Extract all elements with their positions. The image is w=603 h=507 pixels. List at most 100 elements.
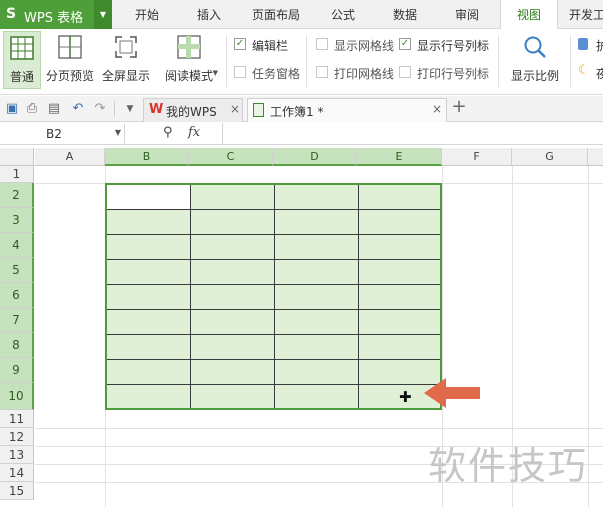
selected-range[interactable] bbox=[105, 183, 442, 410]
reading-mode-label: 阅读模式 bbox=[164, 69, 213, 83]
table-border bbox=[358, 185, 359, 408]
show-headers-label: 显示行号列标 bbox=[417, 39, 490, 53]
eye-protect-label: 护 bbox=[596, 39, 603, 53]
close-icon[interactable]: × bbox=[432, 102, 442, 116]
column-header[interactable]: B bbox=[105, 148, 189, 166]
column-header[interactable]: F bbox=[442, 148, 512, 166]
checkbox-icon bbox=[316, 38, 328, 50]
tab-developer[interactable]: 开发工 bbox=[562, 0, 603, 29]
task-pane-label: 任务窗格 bbox=[252, 67, 301, 81]
ribbon-divider bbox=[306, 35, 307, 87]
row-header[interactable]: 6 bbox=[0, 283, 34, 308]
zoom-button[interactable]: 显示比例 bbox=[506, 31, 564, 89]
reading-mode-icon bbox=[177, 35, 201, 59]
chevron-down-icon[interactable]: ▼ bbox=[122, 101, 138, 117]
ribbon-divider bbox=[570, 35, 571, 87]
sheet-grid[interactable]: A B C D E F G 1 2 3 4 5 6 7 8 9 10 11 12… bbox=[0, 145, 603, 507]
column-header[interactable] bbox=[588, 148, 603, 166]
save-icon[interactable]: ▣ bbox=[4, 101, 20, 117]
select-all-corner[interactable] bbox=[0, 148, 34, 166]
column-header[interactable]: D bbox=[273, 148, 357, 166]
cell-reference: B2 bbox=[46, 127, 62, 141]
normal-view-icon bbox=[10, 36, 34, 60]
row-header[interactable]: 8 bbox=[0, 333, 34, 358]
function-icon[interactable]: fx bbox=[188, 125, 200, 140]
row-header[interactable]: 14 bbox=[0, 464, 34, 482]
table-border bbox=[274, 185, 275, 408]
column-header[interactable]: E bbox=[357, 148, 442, 166]
row-header[interactable]: 11 bbox=[0, 410, 34, 428]
row-header[interactable]: 10 bbox=[0, 383, 34, 410]
row-header[interactable]: 4 bbox=[0, 233, 34, 258]
new-tab-icon[interactable]: + bbox=[451, 98, 467, 116]
tab-workbook1-label: 工作簿1 * bbox=[270, 105, 324, 119]
print-preview-icon[interactable]: ▤ bbox=[46, 101, 62, 117]
checkbox-icon bbox=[399, 66, 411, 78]
row-header[interactable]: 2 bbox=[0, 183, 34, 208]
column-header[interactable]: C bbox=[189, 148, 273, 166]
zoom-lens-icon[interactable]: ⚲ bbox=[163, 125, 173, 140]
app-menu-button[interactable]: S WPS 表格 ▼ bbox=[0, 0, 112, 29]
tab-home[interactable]: 开始 bbox=[118, 0, 176, 29]
quick-access-bar: ▣ ⎙ ▤ ↶ ↷ ▼ W 我的WPS × 工作簿1 * × + bbox=[0, 96, 603, 122]
tab-view[interactable]: 视图 bbox=[500, 0, 558, 30]
row-header[interactable]: 5 bbox=[0, 258, 34, 283]
pointer-arrow-icon bbox=[424, 378, 480, 408]
row-header[interactable]: 7 bbox=[0, 308, 34, 333]
cell-cursor-icon: ✚ bbox=[399, 388, 412, 406]
print-gridlines-label: 打印网格线 bbox=[334, 67, 395, 81]
tab-my-wps-label: 我的WPS bbox=[166, 105, 217, 119]
app-name: WPS 表格 bbox=[24, 11, 84, 26]
tab-my-wps[interactable]: W 我的WPS × bbox=[143, 98, 243, 122]
check-icon: ✓ bbox=[399, 38, 411, 50]
name-box[interactable]: B2 ▼ bbox=[0, 124, 125, 144]
menu-bar: S WPS 表格 ▼ 开始 插入 页面布局 公式 数据 审阅 视图 开发工 bbox=[0, 0, 603, 30]
page-break-preview-label: 分页预览 bbox=[45, 69, 94, 83]
row-header[interactable]: 3 bbox=[0, 208, 34, 233]
checkbox-icon bbox=[316, 66, 328, 78]
column-header[interactable]: A bbox=[35, 148, 105, 166]
chevron-down-icon[interactable]: ▼ bbox=[94, 0, 112, 29]
shield-icon bbox=[578, 38, 588, 50]
night-mode-label: 夜 bbox=[596, 67, 603, 81]
chevron-down-icon[interactable]: ▼ bbox=[213, 69, 218, 77]
tab-workbook1[interactable]: 工作簿1 * × bbox=[247, 98, 447, 122]
zoom-label: 显示比例 bbox=[510, 69, 559, 83]
tab-page-layout[interactable]: 页面布局 bbox=[242, 0, 310, 29]
wps-w-icon: W bbox=[149, 102, 164, 117]
row-header[interactable]: 15 bbox=[0, 482, 34, 500]
row-header[interactable]: 9 bbox=[0, 358, 34, 383]
fullscreen-label: 全屏显示 bbox=[101, 69, 150, 83]
sheet-file-icon bbox=[253, 103, 264, 117]
tab-formula[interactable]: 公式 bbox=[314, 0, 372, 29]
tab-review[interactable]: 审阅 bbox=[438, 0, 496, 29]
fullscreen-icon bbox=[115, 36, 137, 58]
ribbon-divider bbox=[226, 35, 227, 87]
redo-icon[interactable]: ↷ bbox=[92, 101, 108, 117]
gridline bbox=[35, 428, 603, 429]
show-gridlines-label: 显示网格线 bbox=[334, 39, 395, 53]
moon-icon: ☾ bbox=[578, 63, 590, 78]
formula-bar: B2 ▼ ⚲ fx bbox=[0, 123, 603, 145]
row-header[interactable]: 12 bbox=[0, 428, 34, 446]
normal-view-label: 普通 bbox=[9, 70, 34, 84]
tab-insert[interactable]: 插入 bbox=[180, 0, 238, 29]
close-icon[interactable]: × bbox=[230, 102, 240, 116]
checkbox-icon bbox=[234, 66, 246, 78]
normal-view-button[interactable]: 普通 bbox=[3, 31, 41, 89]
magnifier-icon bbox=[524, 36, 546, 58]
ribbon-divider bbox=[498, 35, 499, 87]
row-header[interactable]: 1 bbox=[0, 166, 34, 183]
fullscreen-button[interactable]: 全屏显示 bbox=[100, 31, 152, 89]
reading-mode-button[interactable]: 阅读模式 ▼ bbox=[158, 31, 220, 89]
chevron-down-icon[interactable]: ▼ bbox=[115, 128, 121, 137]
table-border bbox=[190, 185, 191, 408]
tab-data[interactable]: 数据 bbox=[376, 0, 434, 29]
print-icon[interactable]: ⎙ bbox=[24, 101, 40, 117]
row-header[interactable]: 13 bbox=[0, 446, 34, 464]
check-icon: ✓ bbox=[234, 38, 246, 50]
column-header[interactable]: G bbox=[512, 148, 588, 166]
page-break-preview-button[interactable]: 分页预览 bbox=[44, 31, 96, 89]
active-cell[interactable] bbox=[107, 185, 191, 210]
undo-icon[interactable]: ↶ bbox=[70, 101, 86, 117]
